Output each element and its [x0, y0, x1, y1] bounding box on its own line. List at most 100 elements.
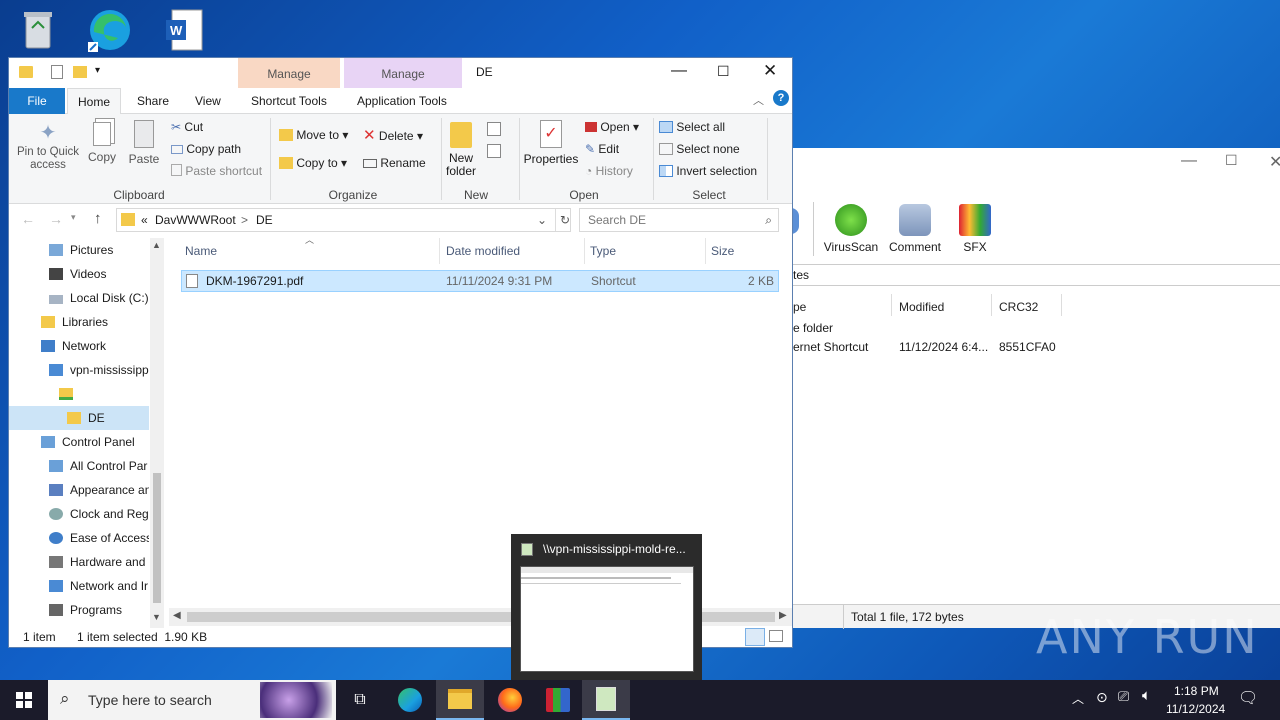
nav-item-pictures[interactable]: Pictures	[9, 238, 149, 262]
clock-time[interactable]: 1:18 PM	[1174, 684, 1219, 698]
start-button[interactable]	[0, 680, 48, 720]
breadcrumb-davwwwroot[interactable]: DavWWWRoot	[155, 209, 236, 231]
history-button[interactable]: ◔ History	[585, 164, 633, 178]
address-prefix[interactable]: «	[141, 209, 148, 231]
scroll-down-icon[interactable]: ▼	[152, 612, 161, 622]
nav-scrollbar[interactable]: ▲ ▼	[150, 238, 164, 628]
table-row[interactable]: DKM-1967291.pdf 11/11/2024 9:31 PM Short…	[181, 270, 779, 292]
easy-access-icon[interactable]	[487, 144, 501, 158]
word-document-icon[interactable]: W	[160, 6, 208, 54]
list-item[interactable]: ernet Shortcut 11/12/2024 6:4... 8551CFA…	[793, 337, 1093, 357]
nav-item-clock[interactable]: Clock and Regi	[9, 502, 149, 526]
column-type[interactable]: Type	[590, 240, 616, 262]
up-icon[interactable]: ↑	[94, 210, 102, 227]
close-icon[interactable]: ✕	[1269, 152, 1280, 172]
nav-item-all-control-panel[interactable]: All Control Par	[9, 454, 149, 478]
taskbar-thumbnail[interactable]: \\vpn-mississippi-mold-re...	[511, 534, 702, 680]
open-button[interactable]: Open ▾	[585, 120, 639, 134]
tab-file[interactable]: File	[9, 88, 65, 114]
copy-to-button[interactable]: Copy to ▾	[279, 156, 347, 170]
details-view-icon[interactable]	[745, 628, 765, 646]
nav-item-vpn[interactable]: vpn-mississipp	[9, 358, 149, 382]
new-folder-quick-icon[interactable]	[73, 66, 87, 78]
scroll-left-icon[interactable]: ◀	[173, 610, 181, 621]
winrar-window[interactable]: — ☐ ✕ VirusScan Comment SFX tes pe Modif…	[790, 148, 1280, 629]
column-date[interactable]: Date modified	[446, 240, 520, 262]
network-tray-icon[interactable]: ⎚	[1118, 688, 1129, 705]
copy-path-button[interactable]: Copy path	[171, 142, 241, 156]
edge-desktop-icon[interactable]	[86, 6, 134, 54]
path-bar[interactable]: tes	[791, 264, 1280, 286]
tab-shortcut-tools[interactable]: Shortcut Tools	[241, 88, 337, 114]
column-crc[interactable]: CRC32	[999, 296, 1038, 318]
column-size[interactable]: Size	[711, 240, 734, 262]
recent-locations-icon[interactable]: ▾	[71, 212, 76, 223]
select-all-button[interactable]: Select all	[659, 120, 725, 134]
paste-shortcut-button[interactable]: Paste shortcut	[171, 164, 262, 178]
paste-button[interactable]: Paste	[127, 120, 161, 166]
column-modified[interactable]: Modified	[899, 296, 944, 318]
new-item-icon[interactable]	[487, 122, 501, 136]
comment-button[interactable]: Comment	[885, 204, 945, 254]
scroll-up-icon[interactable]: ▲	[152, 240, 161, 250]
maximize-icon[interactable]: ☐	[717, 63, 730, 80]
tab-home[interactable]: Home	[67, 88, 122, 115]
sfx-button[interactable]: SFX	[945, 204, 1005, 254]
tray-app-icon[interactable]: ⊙	[1096, 689, 1108, 706]
nav-item-share[interactable]	[9, 382, 149, 406]
nav-item-programs[interactable]: Programs	[9, 598, 149, 622]
tab-view[interactable]: View	[185, 88, 231, 114]
back-icon[interactable]: ←	[21, 211, 35, 227]
column-type[interactable]: pe	[793, 296, 806, 318]
address-dropdown-icon[interactable]: ⌄	[537, 209, 547, 231]
nav-item-appearance[interactable]: Appearance an	[9, 478, 149, 502]
nav-item-libraries[interactable]: Libraries	[9, 310, 149, 334]
taskbar-firefox[interactable]	[486, 680, 534, 720]
new-folder-button[interactable]: New folder	[443, 120, 479, 178]
move-to-button[interactable]: Move to ▾	[279, 128, 348, 142]
notifications-icon[interactable]: 🗨︎	[1238, 688, 1258, 708]
column-name[interactable]: Name	[185, 240, 217, 262]
list-item[interactable]: e folder	[793, 318, 833, 338]
forward-icon[interactable]: →	[49, 211, 63, 227]
show-hidden-icons[interactable]: ︿	[1072, 690, 1084, 707]
tab-share[interactable]: Share	[127, 88, 179, 114]
taskbar-notepad[interactable]	[582, 680, 630, 720]
close-icon[interactable]: ✕	[763, 61, 777, 81]
minimize-icon[interactable]: —	[671, 62, 687, 80]
refresh-icon[interactable]: ↻	[555, 209, 570, 231]
taskbar-edge[interactable]	[386, 680, 434, 720]
nav-item-videos[interactable]: Videos	[9, 262, 149, 286]
chevron-down-icon[interactable]: ▾	[95, 65, 100, 76]
nav-item-network-internet[interactable]: Network and Ir	[9, 574, 149, 598]
help-icon[interactable]: ?	[773, 90, 789, 106]
clock-date[interactable]: 11/12/2024	[1166, 702, 1225, 716]
taskbar-winrar[interactable]	[534, 680, 582, 720]
select-none-button[interactable]: Select none	[659, 142, 740, 156]
taskbar-file-explorer[interactable]	[436, 680, 484, 720]
tab-application-tools[interactable]: Application Tools	[347, 88, 457, 114]
nav-item-network[interactable]: Network	[9, 334, 149, 358]
invert-selection-button[interactable]: Invert selection	[659, 164, 757, 178]
recycle-bin-icon[interactable]	[14, 6, 62, 54]
scroll-thumb[interactable]	[153, 473, 161, 603]
copy-button[interactable]: Copy	[87, 120, 117, 164]
breadcrumb-de[interactable]: DE	[256, 209, 273, 231]
cut-button[interactable]: ✂ Cut	[171, 120, 203, 134]
navigation-pane[interactable]: Pictures Videos Local Disk (C:) Librarie…	[9, 238, 164, 628]
title-bar[interactable]: ▾ Manage Manage DE — ☐ ✕	[9, 58, 792, 88]
nav-item-local-disk[interactable]: Local Disk (C:)	[9, 286, 149, 310]
nav-item-ease-of-access[interactable]: Ease of Access	[9, 526, 149, 550]
delete-button[interactable]: ✕ Delete ▾	[363, 126, 423, 144]
task-view-button[interactable]: ⧉	[336, 680, 384, 720]
virusscan-button[interactable]: VirusScan	[821, 204, 881, 254]
large-icons-view-icon[interactable]	[769, 630, 783, 642]
address-bar[interactable]: « DavWWWRoot > DE ⌄ ↻	[116, 208, 571, 232]
search-icon[interactable]: ⌕	[765, 209, 772, 231]
search-box[interactable]: Search DE ⌕	[579, 208, 779, 232]
properties-button[interactable]: ✓ Properties	[523, 120, 579, 166]
taskbar-search-box[interactable]: ⌕ Type here to search	[48, 680, 336, 720]
rename-button[interactable]: Rename	[363, 156, 426, 170]
nav-item-de[interactable]: DE	[9, 406, 149, 430]
volume-icon[interactable]: 🔈︎	[1142, 687, 1151, 704]
